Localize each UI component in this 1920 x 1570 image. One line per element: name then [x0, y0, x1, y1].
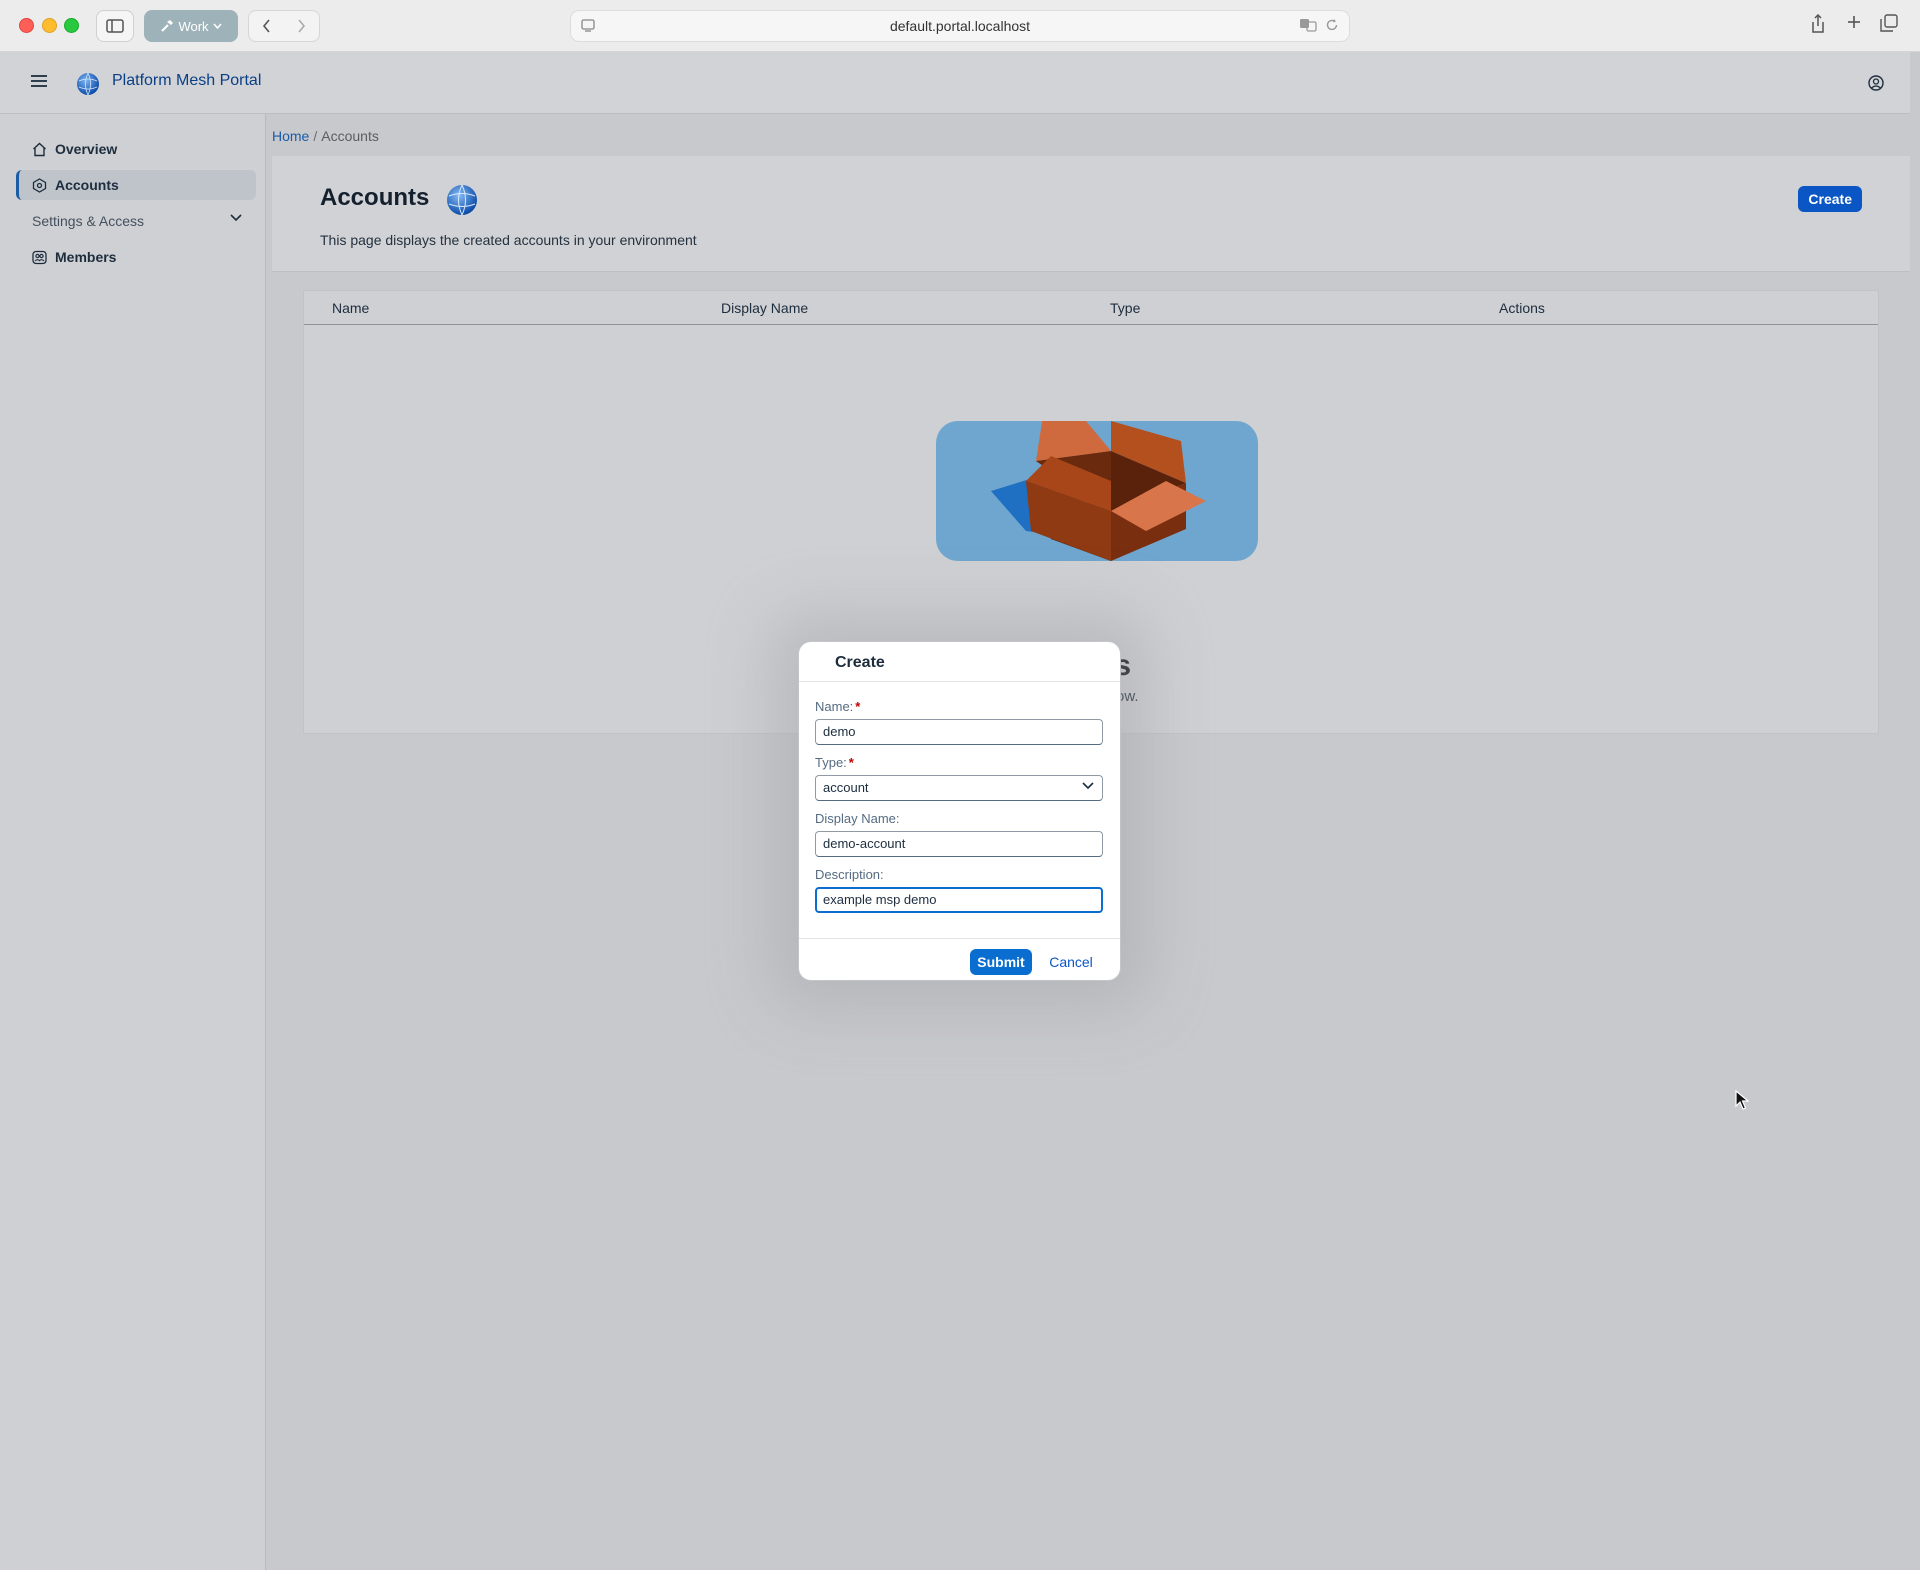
display-name-label: Display Name: [815, 811, 900, 826]
page-settings-icon[interactable] [581, 18, 595, 35]
chevron-down-icon [212, 23, 222, 29]
share-button[interactable] [1810, 14, 1826, 34]
display-name-field[interactable]: demo-account [815, 831, 1103, 857]
profile-switcher[interactable]: Work [144, 10, 238, 42]
forward-button[interactable] [286, 19, 318, 33]
globe-icon [447, 184, 477, 216]
sidebar-item-label: Accounts [55, 177, 119, 193]
tabs-icon [1880, 14, 1898, 32]
reload-icon[interactable] [1325, 18, 1339, 32]
user-menu-button[interactable] [1868, 75, 1884, 96]
sidebar-item-members[interactable]: Members [16, 242, 256, 272]
side-navigation: Overview Accounts Settings & Access Memb… [0, 114, 266, 1570]
plus-icon [1848, 16, 1860, 28]
column-header-actions[interactable]: Actions [1499, 300, 1545, 316]
new-tab-button[interactable] [1846, 14, 1862, 30]
dialog-header-divider [799, 681, 1120, 682]
members-icon [32, 250, 47, 264]
history-nav [248, 10, 320, 42]
chevron-down-icon [1082, 782, 1094, 790]
browser-sidebar-toggle-button[interactable] [96, 10, 134, 42]
tab-overview-button[interactable] [1880, 14, 1898, 32]
back-button[interactable] [251, 19, 283, 33]
required-marker: * [848, 755, 854, 770]
page-header: Accounts This page displays the created … [272, 156, 1910, 272]
profile-label: Work [178, 18, 209, 34]
empty-box-illustration [936, 421, 1258, 561]
url-text: default.portal.localhost [889, 18, 1031, 34]
description-field[interactable]: example msp demo [815, 887, 1103, 913]
name-label: Name: * [815, 699, 861, 714]
create-dialog: Create Name: * demo Type: * account Displa… [799, 642, 1120, 980]
type-label: Type: * [815, 755, 854, 770]
app-title[interactable]: Platform Mesh Portal [112, 72, 261, 90]
address-bar[interactable]: default.portal.localhost [570, 10, 1350, 42]
share-icon [1812, 14, 1824, 33]
sidebar-icon [106, 19, 124, 33]
column-header-display-name[interactable]: Display Name [721, 300, 808, 316]
breadcrumb: Home / Accounts [272, 128, 379, 144]
page-description: This page displays the created accounts … [320, 232, 697, 248]
globe-logo-icon [77, 72, 99, 96]
sidebar-item-overview[interactable]: Overview [16, 134, 256, 164]
type-selected-value: account [823, 780, 869, 795]
chevron-left-icon [262, 19, 270, 33]
sidebar-item-label: Settings & Access [32, 213, 145, 229]
breadcrumb-separator: / [313, 128, 318, 144]
home-icon [33, 142, 46, 156]
create-button[interactable]: Create [1798, 186, 1862, 212]
page-title: Accounts [320, 184, 430, 211]
sidebar-item-label: Members [55, 249, 117, 265]
close-window-button[interactable] [19, 18, 34, 33]
menu-toggle-button[interactable] [30, 74, 48, 93]
browser-toolbar: Work default.portal.localhost [0, 0, 1920, 52]
accounts-icon [32, 177, 47, 193]
hammer-icon [161, 20, 174, 32]
column-header-name[interactable]: Name [332, 300, 369, 316]
sidebar-item-label: Overview [55, 141, 118, 157]
translate-icon[interactable] [1299, 18, 1317, 32]
required-marker: * [855, 699, 861, 714]
zoom-window-button[interactable] [64, 18, 79, 33]
app-header: Platform Mesh Portal [0, 52, 1910, 114]
sidebar-item-settings-access[interactable]: Settings & Access [16, 206, 256, 236]
type-select[interactable]: account [815, 775, 1103, 801]
dialog-footer-divider [799, 938, 1120, 939]
user-avatar-icon [1868, 75, 1884, 91]
cancel-button[interactable]: Cancel [1040, 949, 1102, 975]
breadcrumb-current: Accounts [321, 128, 379, 144]
minimize-window-button[interactable] [42, 18, 57, 33]
dialog-title: Create [835, 654, 885, 671]
chevron-right-icon [298, 19, 306, 33]
hamburger-icon [31, 75, 47, 87]
description-label: Description: [815, 867, 884, 882]
mouse-cursor-icon [1735, 1090, 1749, 1110]
column-header-type[interactable]: Type [1110, 300, 1140, 316]
sidebar-item-accounts[interactable]: Accounts [16, 170, 256, 200]
table-header-row: Name Display Name Type Actions [304, 291, 1878, 325]
name-field[interactable]: demo [815, 719, 1103, 745]
submit-button[interactable]: Submit [970, 949, 1032, 975]
chevron-down-icon [230, 214, 242, 222]
breadcrumb-home-link[interactable]: Home [272, 128, 309, 144]
